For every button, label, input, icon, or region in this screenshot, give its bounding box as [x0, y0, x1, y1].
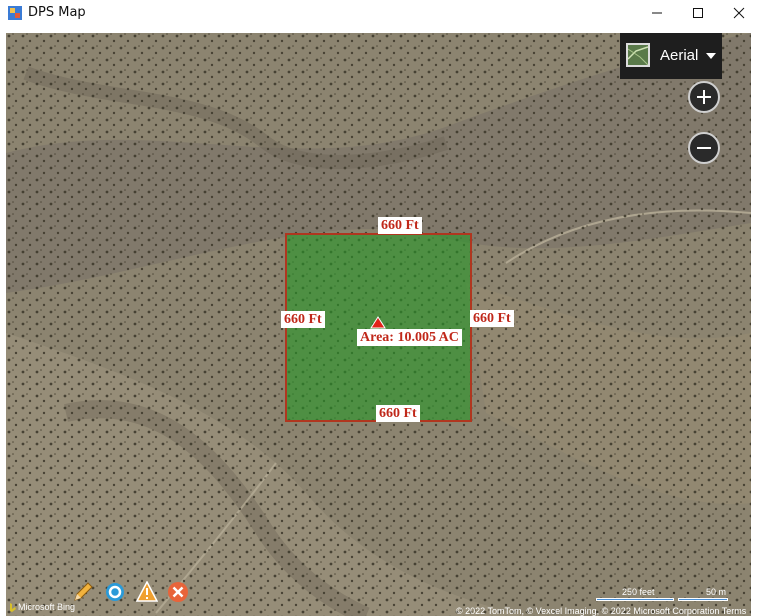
- parcel-bottom-length: 660 Ft: [376, 405, 420, 422]
- warning-icon[interactable]: [136, 581, 158, 603]
- maximize-button[interactable]: [677, 0, 719, 26]
- close-icon: [733, 7, 745, 19]
- parcel-center-marker-icon[interactable]: [369, 316, 387, 330]
- bing-logo: Microsoft Bing: [10, 602, 75, 612]
- maximize-icon: [693, 8, 703, 18]
- map-style-dropdown[interactable]: Aerial: [620, 33, 722, 79]
- parcel-right-length: 660 Ft: [470, 310, 514, 327]
- map-style-label: Aerial: [660, 47, 699, 64]
- window-title: DPS Map: [28, 5, 86, 20]
- circle-icon[interactable]: [104, 581, 126, 603]
- map-attribution[interactable]: © 2022 TomTom, © Vexcel Imaging, © 2022 …: [456, 606, 746, 616]
- zoom-in-button[interactable]: [688, 81, 720, 113]
- parcel-area-label: Area: 10.005 AC: [357, 329, 462, 346]
- app-window: DPS Map 660 Ft 660 Ft 660 Ft 660 Ft Area…: [0, 0, 760, 616]
- bing-logo-icon: [10, 602, 16, 612]
- minimize-button[interactable]: [636, 0, 678, 26]
- aerial-thumbnail-icon: [626, 43, 650, 67]
- chevron-down-icon: [706, 53, 716, 59]
- cancel-icon[interactable]: [167, 581, 189, 603]
- scale-feet-bar: [596, 598, 674, 601]
- close-button[interactable]: [718, 0, 760, 26]
- pencil-icon[interactable]: [72, 581, 94, 603]
- minus-icon: [697, 147, 711, 149]
- bing-logo-text: Microsoft Bing: [18, 602, 76, 612]
- title-bar[interactable]: DPS Map: [0, 0, 760, 28]
- parcel-top-length: 660 Ft: [378, 217, 422, 234]
- parcel-left-length: 660 Ft: [281, 311, 325, 328]
- plus-icon: [697, 90, 711, 104]
- scale-meters-bar: [678, 598, 728, 601]
- zoom-out-button[interactable]: [688, 132, 720, 164]
- app-icon: [8, 6, 22, 20]
- map-view[interactable]: 660 Ft 660 Ft 660 Ft 660 Ft Area: 10.005…: [6, 33, 751, 616]
- scale-feet-label: 250 feet: [622, 587, 655, 597]
- minimize-icon: [652, 12, 662, 14]
- scale-meters-label: 50 m: [706, 587, 727, 597]
